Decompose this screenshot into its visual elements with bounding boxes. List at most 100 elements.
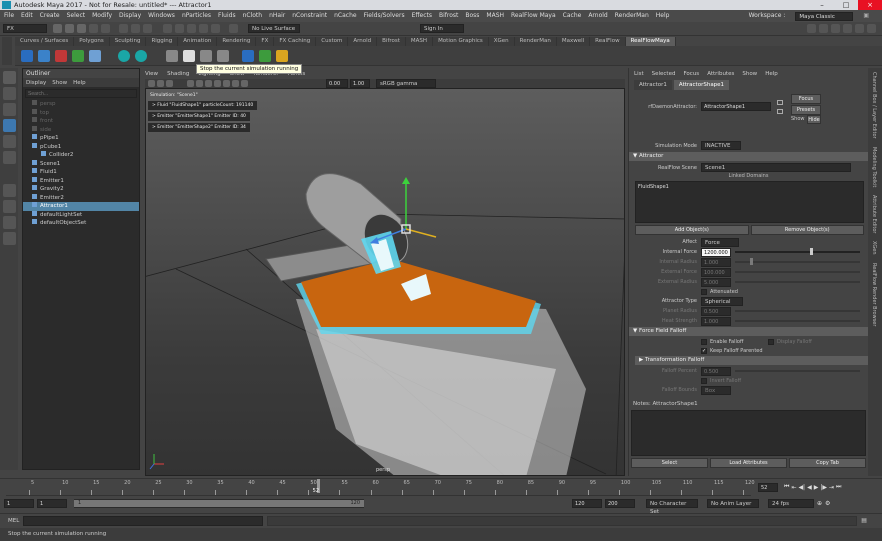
section-attractor[interactable]: ▼ Attractor	[629, 152, 868, 161]
heat-strength-slider[interactable]	[735, 320, 860, 322]
linked-domain-item[interactable]: FluidShape1	[638, 184, 861, 190]
ae-menu-attributes[interactable]: Attributes	[707, 71, 734, 77]
reset-simulation-icon[interactable]	[200, 49, 212, 62]
step-forward-icon[interactable]: |▶	[820, 484, 827, 491]
planet-radius-field[interactable]: 0.500	[701, 306, 731, 316]
shelf-tab-realflow[interactable]: RealFlow	[590, 37, 626, 46]
lights-icon[interactable]	[223, 80, 230, 87]
menu-renderman[interactable]: RenderMan	[615, 12, 649, 19]
menu-effects[interactable]: Effects	[412, 12, 432, 19]
shelf-tab-rendering[interactable]: Rendering	[217, 37, 257, 46]
sign-in-dropdown[interactable]: Sign In	[420, 24, 464, 33]
shelf-tab-rigging[interactable]: Rigging	[146, 37, 179, 46]
snap-point-icon[interactable]	[187, 24, 196, 33]
character-set-dropdown[interactable]: No Character Set	[646, 499, 698, 515]
shelf-tab-fx[interactable]: FX	[256, 37, 275, 46]
menu-create[interactable]: Create	[40, 12, 60, 19]
shelf-tab-polygons[interactable]: Polygons	[74, 37, 110, 46]
time-slider[interactable]: 5 10 15 20 25 30 35 40 45 50 55 60 65 70 75 80 85 90 95 100…	[0, 478, 882, 496]
heat-strength-field[interactable]: 1.000	[701, 316, 731, 326]
shelf-gear-icon[interactable]	[2, 37, 12, 65]
ae-menu-show[interactable]: Show	[742, 71, 757, 77]
node-output-icon[interactable]	[777, 109, 783, 114]
internal-force-field[interactable]: 1200.000	[701, 247, 731, 257]
outliner-item[interactable]: Fluid1	[23, 168, 139, 177]
menu-help[interactable]: Help	[656, 12, 670, 19]
bookmark-icon[interactable]	[166, 80, 173, 87]
realflow-particles-icon[interactable]	[135, 49, 147, 62]
menu-realflow-maya[interactable]: RealFlow Maya	[511, 12, 556, 19]
goto-start-icon[interactable]: ⏮	[784, 483, 789, 491]
shelf-tab-renderman[interactable]: RenderMan	[514, 37, 557, 46]
open-scene-icon[interactable]	[65, 24, 74, 33]
select-object-icon[interactable]	[131, 24, 140, 33]
select-component-icon[interactable]	[143, 24, 152, 33]
enable-falloff-checkbox[interactable]	[701, 338, 707, 345]
ipr-render-icon[interactable]	[831, 24, 840, 33]
smooth-shade-icon[interactable]	[205, 80, 212, 87]
load-attributes-button[interactable]: Load Attributes	[710, 458, 787, 468]
menu-cache[interactable]: Cache	[563, 12, 582, 19]
range-slider[interactable]: 1 120	[74, 499, 364, 508]
lasso-tool-icon[interactable]	[2, 87, 16, 100]
menu-edit[interactable]: Edit	[21, 12, 33, 19]
auto-key-icon[interactable]: ⊕	[817, 500, 822, 507]
affect-dropdown[interactable]: Force	[701, 237, 739, 247]
hypershade-icon[interactable]	[855, 24, 864, 33]
anim-prefs-icon[interactable]: ⚙	[825, 500, 830, 507]
falloff-bounds-dropdown[interactable]: Box	[701, 385, 731, 395]
shelf-tab-animation[interactable]: Animation	[178, 37, 218, 46]
command-input[interactable]	[23, 515, 264, 526]
realflow-cache-icon[interactable]	[259, 49, 271, 62]
input-ops-icon[interactable]	[229, 24, 238, 33]
shelf-tab-arnold[interactable]: Arnold	[348, 37, 378, 46]
shelf-tab-realflowmaya[interactable]: RealFlowMaya	[625, 37, 676, 46]
grid-toggle-icon[interactable]	[187, 80, 194, 87]
minimize-button[interactable]: –	[810, 0, 834, 10]
camera-icon[interactable]	[148, 80, 155, 87]
section-force-field-falloff[interactable]: ▼ Force Field Falloff	[629, 327, 868, 336]
render-view-icon[interactable]	[807, 24, 816, 33]
gamma-field[interactable]: 1.00	[350, 79, 370, 88]
viewport-menu-shading[interactable]: Shading	[167, 70, 189, 79]
layout-single-icon[interactable]	[2, 184, 16, 197]
maximize-button[interactable]: □	[834, 0, 858, 10]
menu-nconstraint[interactable]: nConstraint	[292, 12, 327, 19]
start-time-field[interactable]: 1	[4, 499, 34, 508]
hide-button[interactable]: Hide	[807, 115, 821, 124]
shelf-tab-maxwell[interactable]: Maxwell	[556, 37, 591, 46]
side-tab-modeling-toolkit[interactable]: Modeling Toolkit	[871, 147, 877, 187]
play-back-icon[interactable]: ◀	[807, 484, 812, 491]
add-objects-button[interactable]: Add Object(s)	[635, 225, 749, 235]
menu-arnold[interactable]: Arnold	[588, 12, 607, 19]
shelf-tab-curves-surfaces[interactable]: Curves / Surfaces	[15, 37, 75, 46]
scene-dropdown[interactable]: Scene1	[701, 163, 851, 172]
sim-mode-dropdown[interactable]: INACTIVE	[701, 141, 741, 150]
outliner-menu-help[interactable]: Help	[73, 80, 86, 86]
realflow-render-icon[interactable]	[276, 49, 288, 62]
new-scene-icon[interactable]	[53, 24, 62, 33]
section-transformation-falloff[interactable]: ▶ Transformation Falloff	[635, 356, 868, 365]
invert-falloff-checkbox[interactable]	[701, 377, 707, 384]
tab-attractorshape1[interactable]: AttractorShape1	[673, 80, 730, 90]
viewport-menu-view[interactable]: View	[145, 70, 158, 79]
shelf-tab-sculpting[interactable]: Sculpting	[109, 37, 147, 46]
select-button[interactable]: Select	[631, 458, 708, 468]
internal-force-slider[interactable]	[735, 248, 860, 255]
realflow-scene-icon[interactable]	[21, 49, 33, 62]
rotate-tool-icon[interactable]	[2, 135, 16, 148]
textured-icon[interactable]	[214, 80, 221, 87]
mode-dropdown[interactable]: FX	[3, 24, 47, 33]
play-simulation-icon[interactable]	[166, 49, 178, 62]
menu-ncloth[interactable]: nCloth	[243, 12, 263, 19]
internal-radius-slider[interactable]	[735, 258, 860, 265]
select-tool-icon[interactable]	[2, 71, 16, 84]
menu-fields-solvers[interactable]: Fields/Solvers	[364, 12, 405, 19]
side-tab-attribute-editor[interactable]: Attribute Editor	[871, 195, 877, 233]
toggle-panels-icon[interactable]	[867, 24, 876, 33]
menu-display[interactable]: Display	[119, 12, 141, 19]
end-time-field[interactable]: 200	[605, 499, 635, 508]
notes-textarea[interactable]	[631, 410, 866, 456]
goto-end-icon[interactable]: ⏭	[836, 483, 841, 491]
presets-button[interactable]: Presets	[791, 105, 821, 115]
